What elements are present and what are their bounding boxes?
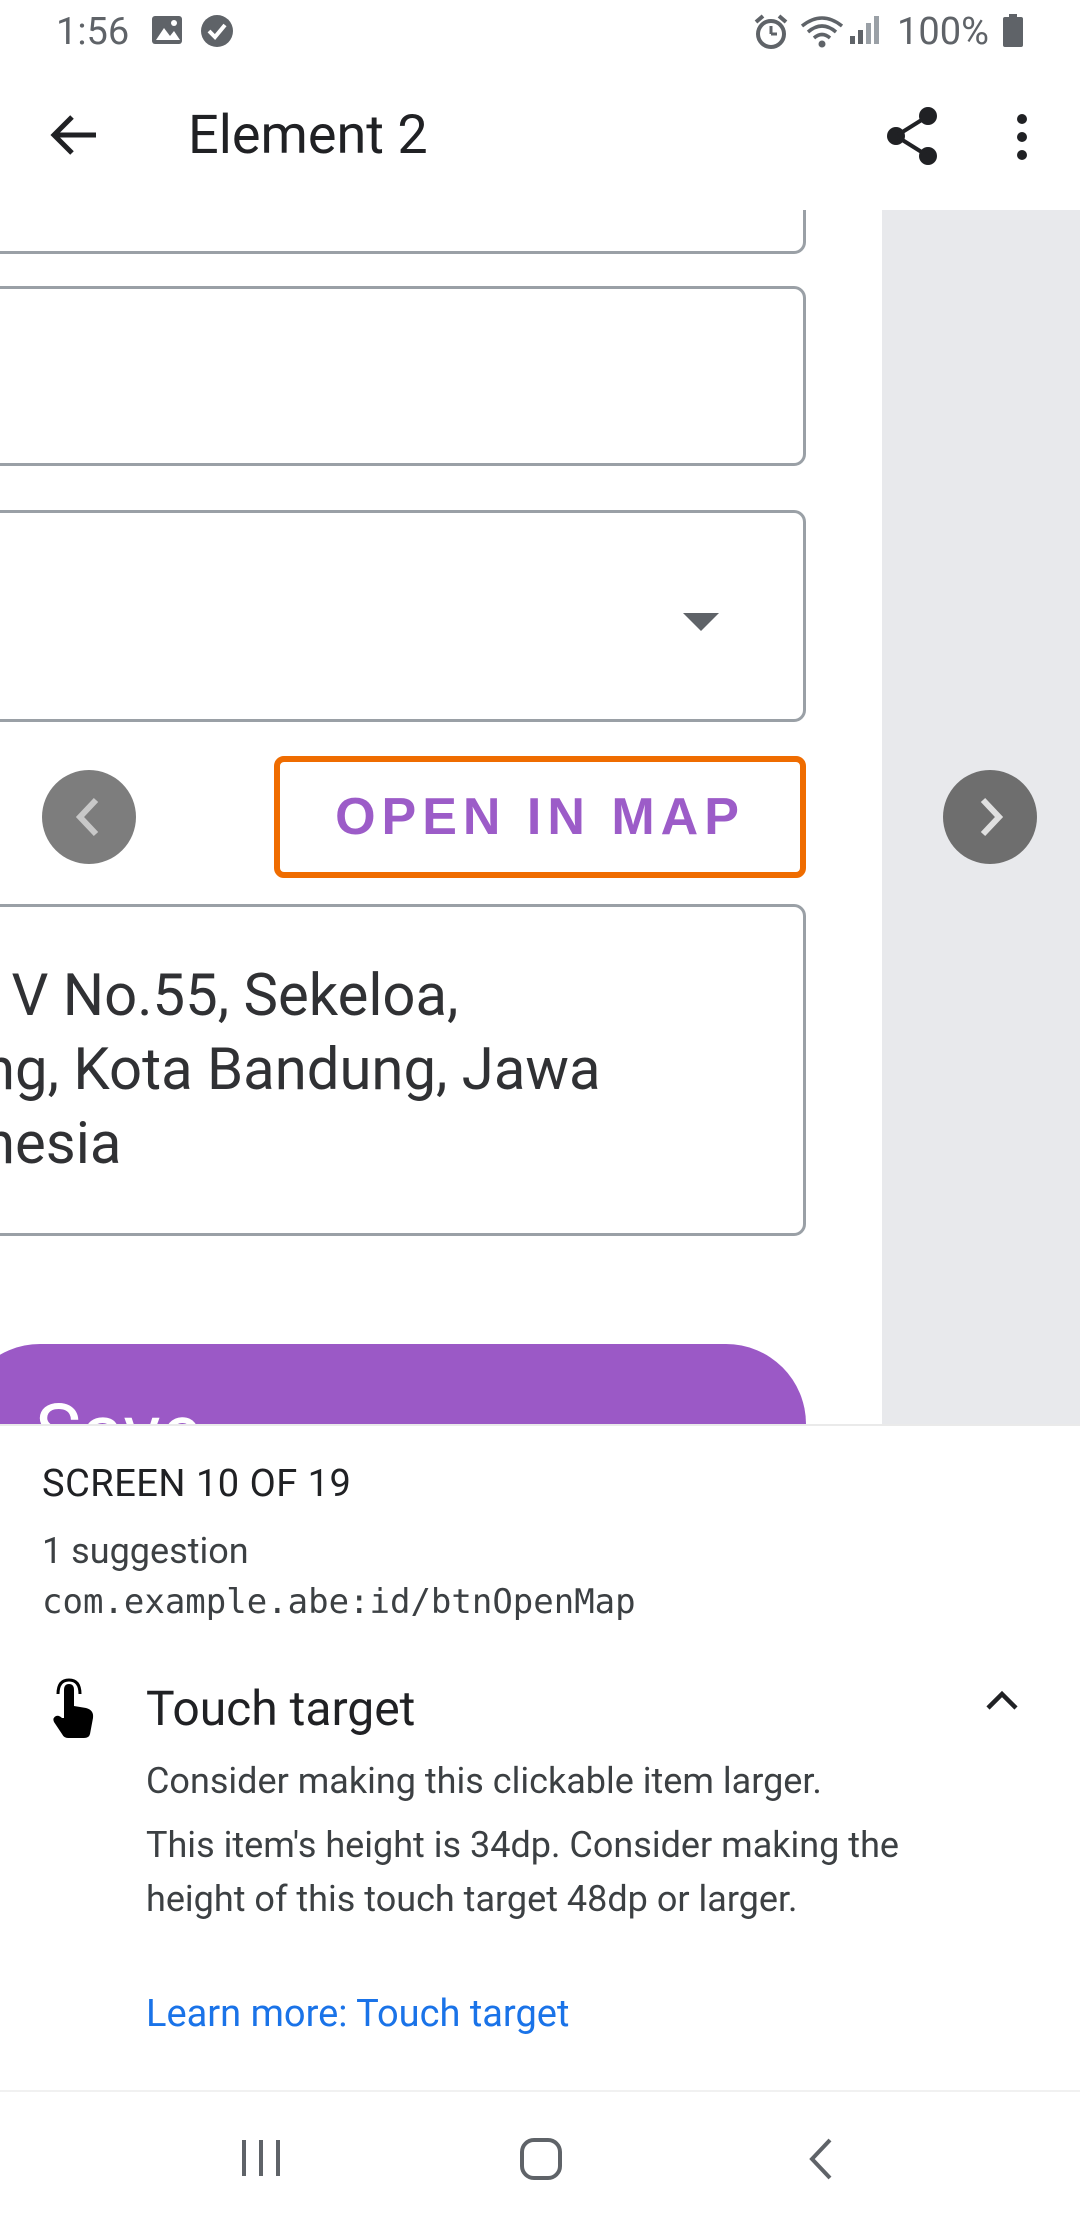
more-vert-icon[interactable]	[1010, 112, 1034, 166]
app-bar: Element 2	[0, 64, 1080, 210]
signal-icon	[848, 14, 882, 50]
address-line-3: nesia	[0, 1110, 122, 1178]
battery-percent: 100%	[897, 10, 989, 54]
previous-screen-button[interactable]	[42, 770, 136, 864]
recents-icon[interactable]	[238, 2138, 284, 2182]
status-time: 1:56	[56, 10, 130, 54]
next-screen-button[interactable]	[943, 770, 1037, 864]
back-icon[interactable]	[806, 2136, 836, 2186]
dropdown-field[interactable]	[0, 510, 806, 722]
address-field[interactable]: l V No.55, Sekeloa, ng, Kota Bandung, Ja…	[0, 904, 806, 1236]
wifi-icon	[800, 14, 844, 52]
element-id: com.example.abe:id/btnOpenMap	[42, 1582, 636, 1622]
learn-more-link[interactable]: Learn more: Touch target	[146, 1992, 569, 2036]
share-icon[interactable]	[884, 106, 940, 170]
save-button[interactable]: Save	[0, 1344, 806, 1424]
open-in-map-label: OPEN IN MAP	[335, 788, 745, 846]
alarm-icon	[752, 14, 790, 54]
dropdown-arrow-icon	[683, 613, 719, 631]
text-field-empty[interactable]	[0, 286, 806, 466]
suggestion-count: 1 suggestion	[42, 1530, 249, 1572]
save-label: Save	[35, 1388, 202, 1424]
screen-counter: SCREEN 10 OF 19	[42, 1462, 352, 1506]
chevron-left-icon	[75, 797, 99, 837]
battery-icon	[1002, 14, 1024, 52]
screenshot-preview: OPEN IN MAP l V No.55, Sekeloa, ng, Kota…	[0, 210, 1080, 1424]
open-in-map-button[interactable]: OPEN IN MAP	[274, 756, 806, 878]
home-icon[interactable]	[518, 2136, 564, 2186]
issue-title: Touch target	[146, 1680, 416, 1737]
status-bar: 1:56 100%	[0, 0, 1080, 64]
address-text: l V No.55, Sekeloa, ng, Kota Bandung, Ja…	[0, 959, 809, 1181]
arrow-back-icon[interactable]	[48, 112, 100, 162]
address-line-1: l V No.55, Sekeloa,	[0, 962, 459, 1030]
page-title: Element 2	[188, 104, 428, 167]
chevron-up-icon[interactable]	[984, 1688, 1020, 1716]
suggestion-sheet: SCREEN 10 OF 19 1 suggestion com.example…	[0, 1424, 1080, 2090]
touch-app-icon	[46, 1678, 102, 1746]
address-line-2: ng, Kota Bandung, Jawa	[0, 1036, 601, 1104]
check-circle-icon	[200, 14, 234, 52]
image-icon	[150, 14, 184, 50]
system-nav-bar	[0, 2090, 1080, 2220]
text-field-top[interactable]	[0, 210, 806, 254]
issue-description: Consider making this clickable item larg…	[146, 1760, 822, 1802]
chevron-right-icon	[980, 797, 1004, 837]
issue-detail: This item's height is 34dp. Consider mak…	[146, 1824, 899, 1920]
